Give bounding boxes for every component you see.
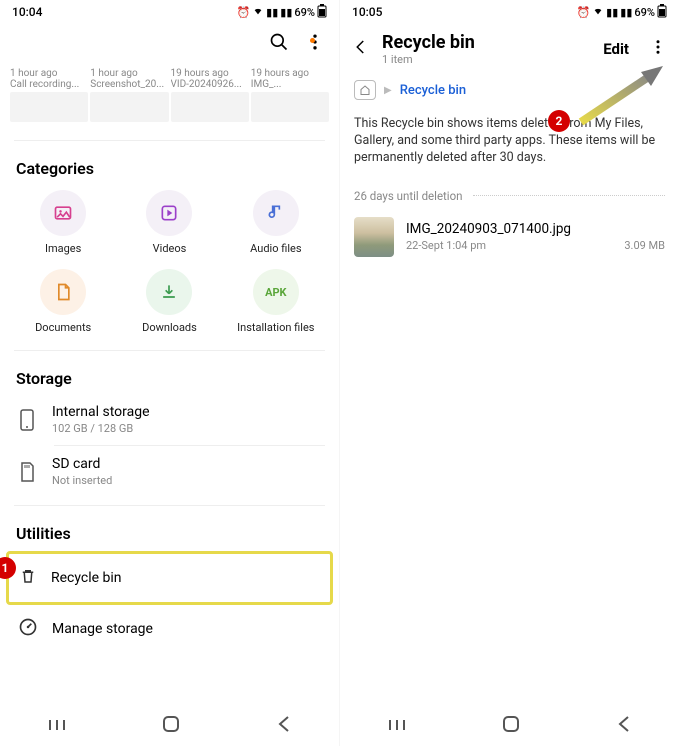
gauge-icon bbox=[18, 617, 38, 641]
category-downloads[interactable]: Downloads bbox=[116, 269, 222, 334]
more-icon[interactable] bbox=[305, 32, 325, 56]
play-icon bbox=[146, 190, 192, 236]
storage-sdcard[interactable]: SD card Not inserted bbox=[14, 446, 325, 497]
utilities-heading: Utilities bbox=[0, 514, 339, 549]
status-icons: ⏰ ▮▮ ▮▮ 69% bbox=[576, 4, 667, 21]
recent-thumb bbox=[10, 92, 88, 122]
download-icon bbox=[146, 269, 192, 315]
apk-icon: APK bbox=[253, 269, 299, 315]
recents-button[interactable] bbox=[48, 717, 66, 736]
signal2-icon: ▮▮ bbox=[280, 6, 292, 19]
recent-item[interactable]: 1 hour ago Screenshot_20... bbox=[90, 68, 168, 122]
more-icon[interactable] bbox=[649, 38, 667, 60]
sd-icon bbox=[16, 462, 38, 482]
categories-heading: Categories bbox=[0, 149, 339, 184]
top-actions bbox=[0, 24, 339, 64]
edit-button[interactable]: Edit bbox=[603, 40, 629, 58]
file-size: 3.09 MB bbox=[624, 239, 665, 252]
recent-item[interactable]: 19 hours ago VID-20240926... bbox=[171, 68, 249, 122]
file-thumbnail bbox=[354, 217, 394, 257]
divider bbox=[14, 350, 325, 351]
nav-bar bbox=[340, 706, 679, 746]
signal2-icon: ▮▮ bbox=[620, 6, 632, 19]
divider bbox=[14, 140, 325, 141]
storage-internal[interactable]: Internal storage 102 GB / 128 GB bbox=[14, 394, 325, 445]
storage-heading: Storage bbox=[0, 359, 339, 394]
wifi-icon bbox=[592, 6, 604, 19]
status-bar: 10:05 ⏰ ▮▮ ▮▮ 69% bbox=[340, 0, 679, 24]
battery-icon bbox=[317, 4, 327, 21]
doc-icon bbox=[40, 269, 86, 315]
clock: 10:05 bbox=[352, 5, 382, 19]
category-apk[interactable]: APK Installation files bbox=[223, 269, 329, 334]
phone-icon bbox=[16, 409, 38, 431]
deletion-countdown: 26 days until deletion bbox=[340, 173, 679, 207]
breadcrumb-link[interactable]: Recycle bin bbox=[400, 83, 466, 98]
back-arrow-icon[interactable] bbox=[352, 38, 370, 60]
storage-list: Internal storage 102 GB / 128 GB SD card… bbox=[0, 394, 339, 497]
breadcrumb: ▶ Recycle bin bbox=[340, 74, 679, 110]
phone-left: 10:04 ⏰ ▮▮ ▮▮ 69% 1 hour ago Call record… bbox=[0, 0, 339, 746]
phone-right: 10:05 ⏰ ▮▮ ▮▮ 69% Recycle bin 1 item Edi… bbox=[340, 0, 679, 746]
file-name: IMG_20240903_071400.jpg bbox=[406, 221, 665, 237]
utility-manage-storage[interactable]: Manage storage bbox=[8, 605, 331, 653]
category-documents[interactable]: Documents bbox=[10, 269, 116, 334]
home-icon[interactable] bbox=[354, 80, 376, 100]
utility-recycle-bin[interactable]: Recycle bin bbox=[6, 551, 333, 605]
categories-grid: Images Videos Audio files Documents Down… bbox=[0, 184, 339, 342]
trash-icon bbox=[19, 566, 37, 590]
recents-button[interactable] bbox=[388, 717, 406, 736]
back-button[interactable] bbox=[617, 715, 631, 737]
category-audio[interactable]: Audio files bbox=[223, 190, 329, 255]
status-icons: ⏰ ▮▮ ▮▮ 69% bbox=[236, 4, 327, 21]
recent-thumb bbox=[251, 92, 329, 122]
dotted-line bbox=[473, 195, 665, 196]
recent-thumb bbox=[171, 92, 249, 122]
search-icon[interactable] bbox=[269, 32, 289, 56]
wifi-icon bbox=[252, 6, 264, 19]
notification-dot bbox=[310, 38, 315, 43]
recent-item[interactable]: 19 hours ago IMG_... bbox=[251, 68, 329, 122]
recent-files-row: 1 hour ago Call recording... 1 hour ago … bbox=[0, 64, 339, 132]
signal-icon: ▮▮ bbox=[606, 6, 618, 19]
utilities-list: 1 Recycle bin Manage storage bbox=[0, 549, 339, 655]
nav-bar bbox=[0, 706, 339, 746]
chevron-right-icon: ▶ bbox=[384, 85, 392, 96]
battery-icon bbox=[657, 4, 667, 21]
home-button[interactable] bbox=[162, 715, 180, 737]
signal-icon: ▮▮ bbox=[266, 6, 278, 19]
annotation-badge-2: 2 bbox=[548, 110, 570, 132]
home-button[interactable] bbox=[502, 715, 520, 737]
image-icon bbox=[40, 190, 86, 236]
recycle-bin-header: Recycle bin 1 item Edit bbox=[340, 24, 679, 74]
recent-thumb bbox=[90, 92, 168, 122]
note-icon bbox=[253, 190, 299, 236]
recent-item[interactable]: 1 hour ago Call recording... bbox=[10, 68, 88, 122]
category-images[interactable]: Images bbox=[10, 190, 116, 255]
divider bbox=[14, 505, 325, 506]
back-button[interactable] bbox=[277, 715, 291, 737]
file-row[interactable]: IMG_20240903_071400.jpg 22-Sept 1:04 pm … bbox=[340, 207, 679, 267]
file-date: 22-Sept 1:04 pm bbox=[406, 239, 486, 252]
item-count: 1 item bbox=[382, 53, 591, 66]
battery-text: 69% bbox=[294, 6, 315, 19]
clock: 10:04 bbox=[12, 5, 42, 19]
alarm-icon: ⏰ bbox=[576, 6, 590, 19]
alarm-icon: ⏰ bbox=[236, 6, 250, 19]
recycle-bin-description: This Recycle bin shows items deleted fro… bbox=[340, 110, 679, 173]
status-bar: 10:04 ⏰ ▮▮ ▮▮ 69% bbox=[0, 0, 339, 24]
battery-text: 69% bbox=[634, 6, 655, 19]
category-videos[interactable]: Videos bbox=[116, 190, 222, 255]
page-title: Recycle bin bbox=[382, 32, 591, 53]
